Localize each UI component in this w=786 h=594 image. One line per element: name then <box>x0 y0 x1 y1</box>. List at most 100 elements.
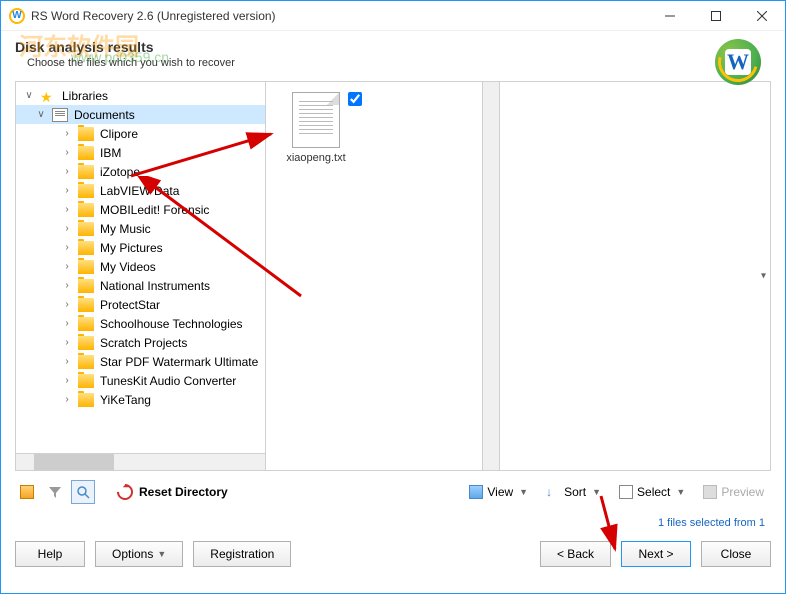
view-mode-icon[interactable] <box>15 480 39 504</box>
options-button[interactable]: Options▼ <box>95 541 183 567</box>
page-subtitle: Choose the files which you wish to recov… <box>15 57 771 69</box>
help-button[interactable]: Help <box>15 541 85 567</box>
expander-icon[interactable]: › <box>60 337 74 348</box>
tree-item[interactable]: › National Instruments <box>16 276 265 295</box>
expander-icon[interactable]: › <box>60 166 74 177</box>
tree-item-label: My Music <box>98 222 151 236</box>
tree-item-label: ProtectStar <box>98 298 160 312</box>
registration-button[interactable]: Registration <box>193 541 291 567</box>
tree-item-label: Documents <box>72 108 135 122</box>
titlebar: W RS Word Recovery 2.6 (Unregistered ver… <box>1 1 785 31</box>
back-button[interactable]: < Back <box>540 541 611 567</box>
tree-item-selected[interactable]: ∨ Documents <box>16 105 265 124</box>
expander-icon[interactable]: › <box>60 375 74 386</box>
tree-item[interactable]: › YiKeTang <box>16 390 265 409</box>
folder-icon <box>78 374 94 388</box>
expander-icon[interactable]: › <box>60 128 74 139</box>
folder-icon <box>78 146 94 160</box>
tree-item-label: My Pictures <box>98 241 163 255</box>
preview-panel: ▾ <box>500 82 770 470</box>
expander-icon[interactable]: › <box>60 147 74 158</box>
close-button[interactable] <box>739 1 785 31</box>
tree-item[interactable]: › My Pictures <box>16 238 265 257</box>
sort-icon <box>546 485 560 499</box>
next-button[interactable]: Next > <box>621 541 691 567</box>
select-dropdown[interactable]: Select▼ <box>612 479 692 505</box>
expander-icon[interactable]: › <box>60 204 74 215</box>
toolbar: Reset Directory View▼ Sort▼ Select▼ Prev… <box>1 471 785 513</box>
bottom-bar: Help Options▼ Registration < Back Next >… <box>1 533 785 575</box>
expander-icon[interactable]: › <box>60 356 74 367</box>
file-list-panel: xiaopeng.txt <box>266 82 500 470</box>
tree-item[interactable]: ›Clipore <box>16 124 265 143</box>
expander-icon[interactable]: › <box>60 242 74 253</box>
tree-item-label: LabVIEW Data <box>98 184 179 198</box>
folder-icon <box>78 336 94 350</box>
tree-item[interactable]: › LabVIEW Data <box>16 181 265 200</box>
folder-icon <box>78 184 94 198</box>
tree-item[interactable]: › Schoolhouse Technologies <box>16 314 265 333</box>
tree-item-label: Scratch Projects <box>98 336 187 350</box>
tree-item[interactable]: › ProtectStar <box>16 295 265 314</box>
app-logo: W <box>715 39 761 85</box>
preview-icon <box>703 485 717 499</box>
tree-item-label: IBM <box>98 146 121 160</box>
sort-dropdown[interactable]: Sort▼ <box>539 479 608 505</box>
folder-icon <box>78 165 94 179</box>
expander-icon[interactable]: ∨ <box>34 109 48 120</box>
tree-item-label: YiKeTang <box>98 393 151 407</box>
tree-item[interactable]: ›MOBILedit! Forensic <box>16 200 265 219</box>
reset-directory-button[interactable]: Reset Directory <box>117 484 228 500</box>
content: ∨★Libraries∨Documents›Clipore›IBM›iZotop… <box>15 81 771 471</box>
preview-button[interactable]: Preview <box>696 479 771 505</box>
search-icon[interactable] <box>71 480 95 504</box>
expander-icon[interactable]: › <box>60 280 74 291</box>
maximize-button[interactable] <box>693 1 739 31</box>
tree-scrollbar-horizontal[interactable] <box>16 453 265 470</box>
window-title: RS Word Recovery 2.6 (Unregistered versi… <box>31 9 647 23</box>
star-icon: ★ <box>40 89 56 103</box>
view-dropdown[interactable]: View▼ <box>462 479 535 505</box>
folder-icon <box>78 241 94 255</box>
file-checkbox[interactable] <box>348 92 362 106</box>
documents-icon <box>52 108 68 122</box>
tree-item[interactable]: › Star PDF Watermark Ultimate <box>16 352 265 371</box>
expander-icon[interactable]: ∨ <box>22 90 36 101</box>
tree-item-label: Star PDF Watermark Ultimate <box>98 355 258 369</box>
close-window-button[interactable]: Close <box>701 541 771 567</box>
folder-icon <box>78 127 94 141</box>
expander-icon[interactable]: › <box>60 299 74 310</box>
filter-icon[interactable] <box>43 480 67 504</box>
reset-label: Reset Directory <box>139 485 228 499</box>
tree-item-label: TunesKit Audio Converter <box>98 374 236 388</box>
minimize-button[interactable] <box>647 1 693 31</box>
status-text: 1 files selected from 1 <box>1 513 785 533</box>
tree-item-label: National Instruments <box>98 279 210 293</box>
preview-collapse-icon[interactable]: ▾ <box>761 271 766 282</box>
tree-item-label: Schoolhouse Technologies <box>98 317 243 331</box>
tree-item[interactable]: ›My Videos <box>16 257 265 276</box>
tree-item[interactable]: ∨★Libraries <box>16 86 265 105</box>
folder-tree[interactable]: ∨★Libraries∨Documents›Clipore›IBM›iZotop… <box>16 82 265 413</box>
file-name: xiaopeng.txt <box>276 152 356 164</box>
folder-icon <box>78 279 94 293</box>
tree-item[interactable]: › IBM <box>16 143 265 162</box>
window-controls <box>647 1 785 31</box>
tree-item[interactable]: ›iZotope <box>16 162 265 181</box>
select-icon <box>619 485 633 499</box>
page-title: Disk analysis results <box>15 39 771 55</box>
reset-icon <box>114 481 137 504</box>
view-icon <box>469 485 483 499</box>
file-scrollbar-vertical[interactable] <box>482 82 499 470</box>
expander-icon[interactable]: › <box>60 394 74 405</box>
expander-icon[interactable]: › <box>60 261 74 272</box>
folder-icon <box>78 298 94 312</box>
file-item[interactable]: xiaopeng.txt <box>276 92 356 164</box>
tree-item[interactable]: › Scratch Projects <box>16 333 265 352</box>
tree-item[interactable]: › My Music <box>16 219 265 238</box>
tree-item[interactable]: › TunesKit Audio Converter <box>16 371 265 390</box>
expander-icon[interactable]: › <box>60 318 74 329</box>
expander-icon[interactable]: › <box>60 223 74 234</box>
expander-icon[interactable]: › <box>60 185 74 196</box>
folder-icon <box>78 260 94 274</box>
